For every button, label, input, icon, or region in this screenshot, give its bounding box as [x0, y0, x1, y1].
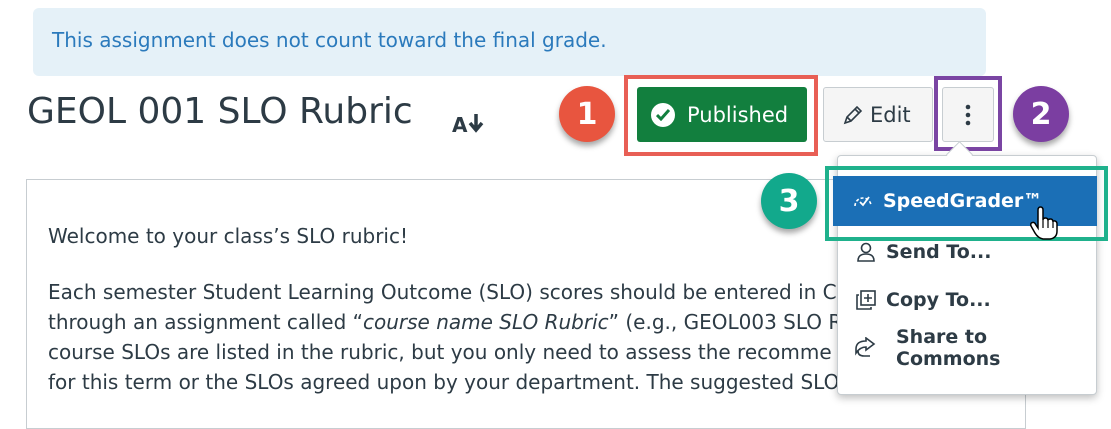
published-button[interactable]: Published: [637, 87, 807, 142]
para-line-2-em: course name SLO Rubric: [363, 310, 609, 334]
menu-item-copy-to[interactable]: Copy To...: [844, 280, 1094, 320]
edit-label: Edit: [870, 102, 911, 127]
menu-item-label: Send To...: [886, 241, 992, 263]
callout-badge-2: 2: [1013, 86, 1069, 142]
menu-item-label: Copy To...: [886, 289, 991, 311]
para-line-2-b: ” (e.g., GEOL003 SLO Ru: [608, 310, 855, 334]
info-notice: This assignment does not count toward th…: [33, 8, 986, 76]
published-label: Published: [687, 102, 789, 127]
menu-item-label: Share to Commons: [896, 326, 1001, 370]
svg-text:A: A: [452, 113, 468, 136]
copy-icon: [854, 288, 878, 312]
share-icon: [854, 336, 878, 360]
speedgrader-highlight: [825, 166, 1108, 241]
callout-badge-3: 3: [761, 173, 817, 229]
menu-item-send-to[interactable]: Send To...: [844, 232, 1094, 272]
edit-button[interactable]: Edit: [823, 87, 933, 142]
menu-item-share-to-commons[interactable]: Share to Commons: [844, 326, 1094, 370]
callout-badge-1: 1: [559, 86, 615, 142]
user-send-icon: [854, 240, 878, 264]
pencil-icon: [843, 105, 863, 124]
para-line-2-a: through an assignment called “: [48, 310, 363, 334]
more-options-button[interactable]: [942, 87, 994, 142]
check-circle-icon: [651, 102, 675, 127]
kebab-icon: [965, 104, 971, 125]
info-notice-text: This assignment does not count toward th…: [52, 28, 607, 52]
page-title: GEOL 001 SLO Rubric: [27, 91, 413, 132]
sort-icon[interactable]: A: [452, 110, 486, 136]
